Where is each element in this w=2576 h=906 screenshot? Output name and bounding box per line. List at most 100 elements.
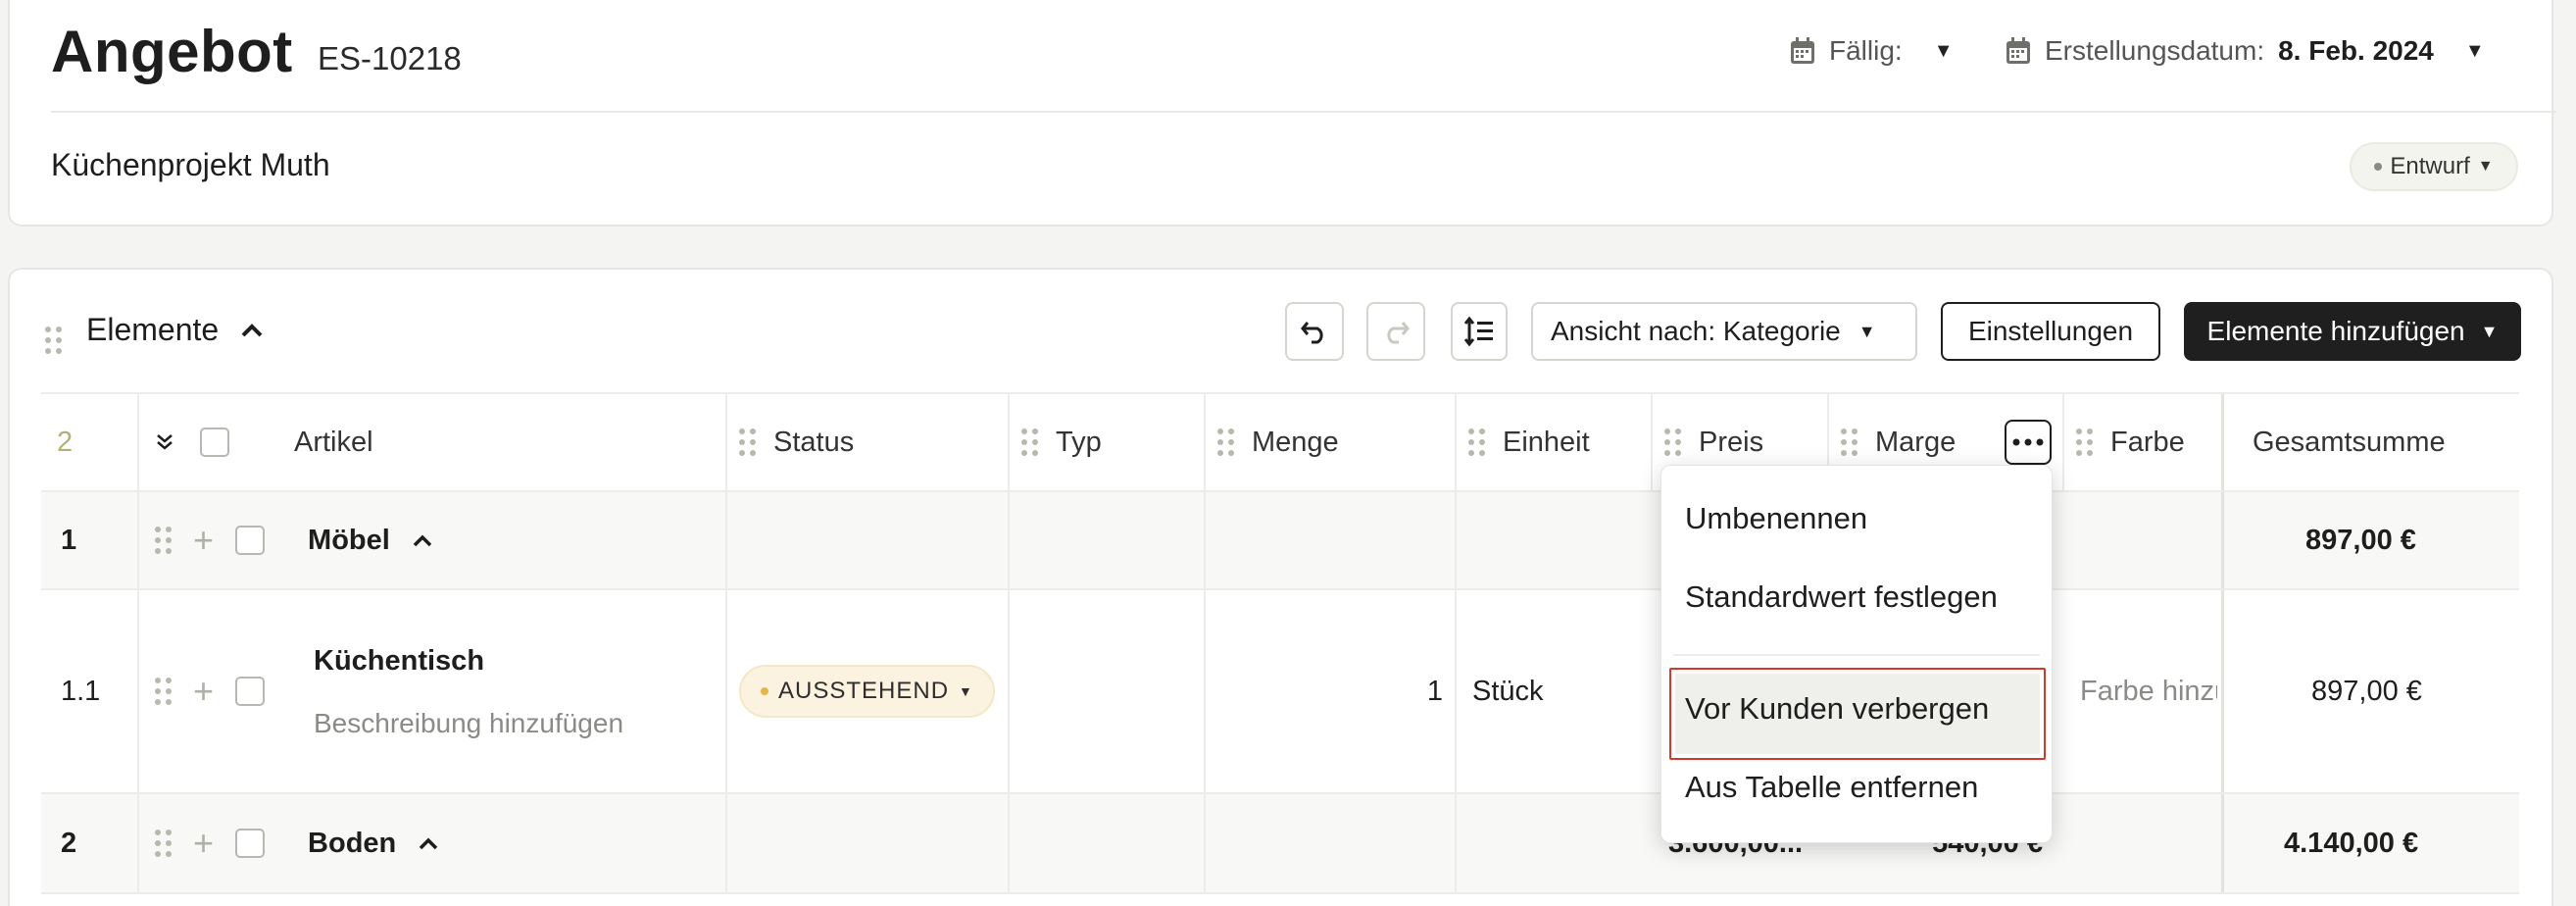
column-header-einheit[interactable]: Einheit — [1468, 394, 1590, 490]
page-title: Angebot — [51, 19, 293, 84]
table-header-row: 2 Artikel Status Typ Menge Einheit Preis… — [41, 392, 2519, 492]
row-controls: + Möbel — [155, 492, 433, 588]
chevron-down-icon: ▼ — [2477, 158, 2494, 175]
status-badge[interactable]: AUSSTEHEND ▼ — [739, 665, 995, 718]
divider — [51, 111, 2556, 113]
column-header-artikel[interactable]: Artikel — [294, 427, 373, 459]
color-cell[interactable]: Farbe hinzu. — [2080, 590, 2217, 792]
quantity-cell[interactable]: 1 — [1204, 590, 1443, 792]
header-controls: Artikel — [155, 394, 373, 490]
column-header-status-label: Status — [773, 426, 855, 458]
row-controls: + Boden — [155, 794, 439, 892]
menu-item-hide-from-customer[interactable]: Vor Kunden verbergen — [1685, 691, 1989, 727]
chevron-down-icon: ▼ — [1858, 321, 1876, 341]
column-header-preis-label: Preis — [1699, 426, 1764, 458]
created-date-value: 8. Feb. 2024 — [2278, 35, 2434, 66]
column-header-menge[interactable]: Menge — [1217, 394, 1339, 490]
status-label: Entwurf — [2390, 153, 2470, 179]
status-badge-label: AUSSTEHEND — [778, 678, 950, 704]
column-options-menu: Umbenennen Standardwert festlegen Vor Ku… — [1660, 465, 2053, 843]
section-header[interactable]: Elemente — [86, 312, 264, 348]
status-cell: AUSSTEHEND ▼ — [739, 590, 995, 792]
row-controls: + — [155, 590, 266, 792]
chevron-up-icon[interactable] — [412, 533, 433, 547]
unit-cell[interactable]: Stück — [1472, 590, 1544, 792]
created-date-label: Erstellungsdatum: — [2045, 35, 2265, 66]
column-header-gesamtsumme[interactable]: Gesamtsumme — [2253, 394, 2446, 490]
undo-button[interactable] — [1285, 302, 1344, 361]
quote-header-card — [8, 0, 2553, 226]
row-number: 1 — [61, 524, 77, 556]
chevron-down-icon: ▼ — [1933, 39, 1954, 62]
item-description[interactable]: Beschreibung hinzufügen — [314, 708, 623, 739]
view-by-dropdown[interactable]: Ansicht nach: Kategorie ▼ — [1531, 302, 1917, 361]
row-total: 4.140,00 € — [2284, 827, 2419, 859]
column-header-typ[interactable]: Typ — [1021, 394, 1102, 490]
drag-handle-icon[interactable] — [1664, 428, 1681, 456]
row-total: 897,00 € — [2311, 675, 2422, 707]
section-drag-handle-icon[interactable] — [45, 320, 62, 354]
redo-button[interactable] — [1366, 302, 1425, 361]
row-total: 897,00 € — [2305, 524, 2416, 556]
drag-handle-icon[interactable] — [739, 428, 756, 456]
group-name[interactable]: Boden — [308, 828, 396, 860]
more-horizontal-icon — [2012, 438, 2044, 446]
view-by-label: Ansicht nach: Kategorie — [1551, 316, 1841, 346]
drag-handle-icon[interactable] — [1468, 428, 1485, 456]
table-row[interactable]: 1 + Möbel 897,00 € — [41, 492, 2519, 590]
add-items-label: Elemente hinzufügen — [2206, 316, 2465, 346]
project-name: Küchenprojekt Muth — [51, 147, 330, 182]
drag-handle-icon[interactable] — [1021, 428, 1038, 456]
chevron-down-icon: ▼ — [2464, 39, 2485, 62]
menu-item-rename[interactable]: Umbenennen — [1685, 501, 1867, 536]
collapse-all-icon[interactable] — [155, 432, 174, 452]
add-row-icon[interactable]: + — [193, 671, 214, 712]
drag-handle-icon[interactable] — [155, 830, 172, 857]
drag-handle-icon[interactable] — [155, 527, 172, 554]
section-title: Elemente — [86, 312, 220, 347]
column-header-farbe[interactable]: Farbe — [2076, 394, 2185, 490]
group-name[interactable]: Möbel — [308, 525, 390, 557]
undo-icon — [1301, 322, 1323, 344]
column-header-gesamtsumme-label: Gesamtsumme — [2253, 426, 2446, 458]
menu-item-remove-from-table[interactable]: Aus Tabelle entfernen — [1685, 770, 1978, 805]
column-header-status[interactable]: Status — [739, 394, 854, 490]
column-options-button[interactable] — [2005, 420, 2052, 465]
menu-divider — [1673, 654, 2040, 656]
chevron-up-icon[interactable] — [418, 836, 439, 850]
quote-number: ES-10218 — [318, 40, 462, 76]
row-number: 2 — [61, 827, 77, 859]
redo-icon — [1387, 322, 1410, 344]
drag-handle-icon[interactable] — [155, 678, 172, 705]
chevron-up-icon — [240, 315, 264, 345]
drag-handle-icon[interactable] — [2076, 428, 2093, 456]
status-dropdown[interactable]: Entwurf ▼ — [2350, 142, 2518, 191]
due-date-picker[interactable]: Fällig: ▼ — [1790, 35, 1954, 67]
created-date-picker[interactable]: Erstellungsdatum: 8. Feb. 2024 ▼ — [2006, 35, 2485, 67]
column-header-farbe-label: Farbe — [2110, 426, 2185, 458]
row-checkbox[interactable] — [235, 677, 266, 706]
status-dot-icon — [2374, 163, 2383, 171]
table-row[interactable]: 2 + Boden 3.600,00... 540,00 € 4.140,00 … — [41, 794, 2519, 894]
calendar-icon — [1791, 37, 1814, 64]
column-header-menge-label: Menge — [1252, 426, 1339, 458]
drag-handle-icon[interactable] — [1841, 428, 1858, 456]
add-items-button[interactable]: Elemente hinzufügen ▼ — [2184, 302, 2521, 361]
row-checkbox[interactable] — [235, 829, 266, 858]
settings-button[interactable]: Einstellungen — [1941, 302, 2160, 361]
due-date-label: Fällig: — [1829, 35, 1903, 66]
drag-handle-icon[interactable] — [1217, 428, 1234, 456]
add-row-icon[interactable]: + — [193, 520, 214, 561]
menu-item-set-default[interactable]: Standardwert festlegen — [1685, 579, 1998, 615]
status-dot-icon — [761, 687, 768, 695]
row-height-button[interactable] — [1451, 302, 1508, 361]
chevron-down-icon: ▼ — [2480, 321, 2499, 341]
line-spacing-icon — [1463, 316, 1493, 347]
column-header-einheit-label: Einheit — [1503, 426, 1590, 458]
select-all-checkbox[interactable] — [200, 428, 229, 457]
add-row-icon[interactable]: + — [193, 823, 214, 864]
table-row[interactable]: 1.1 + Küchentisch Beschreibung hinzufüge… — [41, 590, 2519, 794]
column-header-marge-label: Marge — [1875, 426, 1957, 458]
row-checkbox[interactable] — [235, 526, 266, 555]
item-name[interactable]: Küchentisch — [314, 645, 484, 678]
